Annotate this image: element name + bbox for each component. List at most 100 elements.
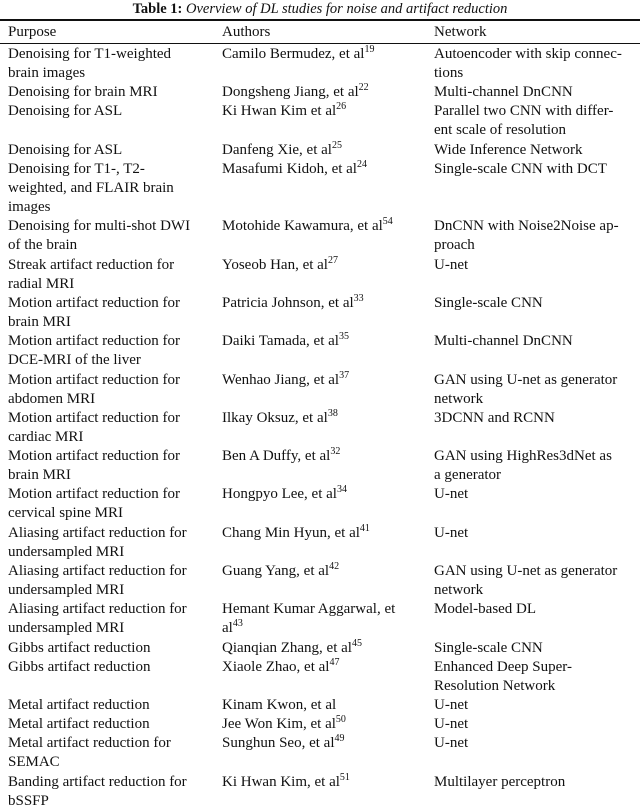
purpose-cell-line: brain MRI: [8, 467, 71, 484]
reference-number: 49: [334, 733, 345, 745]
network-cell-line: U-net: [434, 697, 469, 714]
authors-cell: Sunghun Seo, et al49: [222, 734, 422, 753]
author-name-cont: al43: [222, 618, 243, 637]
purpose-cell: Denoising for T1-, T2- weighted, and FLAI…: [8, 160, 208, 217]
purpose-cell-line: bSSFP: [8, 792, 49, 809]
reference-number: 24: [356, 158, 367, 170]
network-cell-line: proach: [434, 237, 475, 254]
authors-cell: Hemant Kumar Aggarwal, et al43: [222, 600, 422, 638]
network-cell: Multi-channel DnCNN: [434, 332, 634, 351]
author-name: Sunghun Seo, et al49: [222, 733, 345, 752]
network-cell-line: U-net: [434, 735, 469, 752]
authors-cell: Patricia Johnson, et al33: [222, 292, 422, 313]
purpose-cell-line: Gibbs artifact reduction: [8, 639, 151, 656]
network-cell-line: Single-scale CNN: [434, 294, 543, 311]
network-cell-line: Multi-channel DnCNN: [434, 84, 573, 101]
authors-cell: Camilo Bermudez, et al19: [222, 45, 422, 64]
purpose-cell-line: DCE-MRI of the liver: [8, 352, 141, 369]
network-cell: DnCNN with Noise2Noise ap-proach: [434, 217, 634, 255]
author-name: Danfeng Xie, et al25: [222, 139, 342, 158]
reference-number: 38: [327, 407, 338, 419]
network-cell-line: Parallel two CNN with differ-: [434, 103, 614, 120]
purpose-cell: Denoising for ASL: [8, 102, 208, 121]
network-cell: GAN using U-net as generator network: [434, 562, 634, 600]
purpose-cell: Denoising for brain MRI: [8, 83, 208, 102]
network-cell-line: tions: [434, 65, 464, 81]
network-cell: U-net: [434, 524, 634, 543]
author-name: Hemant Kumar Aggarwal, et: [222, 601, 396, 618]
purpose-cell-line: weighted, and FLAIR brain: [8, 179, 174, 196]
table-header-rule: [0, 43, 640, 44]
network-cell-line: U-net: [434, 256, 469, 273]
network-cell-line: GAN using HighRes3dNet as: [434, 448, 612, 465]
reference-number: 51: [339, 771, 350, 783]
author-name: Yoseob Han, et al27: [222, 254, 338, 273]
purpose-cell-line: undersampled MRI: [8, 543, 125, 560]
authors-cell: Jee Won Kim, et al50: [222, 715, 422, 734]
purpose-cell: Metal artifact reduction: [8, 696, 208, 715]
reference-number: 32: [330, 446, 341, 458]
header-network: Network: [434, 24, 487, 40]
authors-cell: Daiki Tamada, et al35: [222, 332, 422, 351]
purpose-cell-line: abdomen MRI: [8, 390, 96, 407]
purpose-cell-line: Metal artifact reduction: [8, 697, 150, 714]
purpose-cell: Streak artifact reduction for radial MRI: [8, 256, 208, 294]
purpose-cell-line: Aliasing artifact reduction for: [8, 563, 187, 580]
purpose-cell: Aliasing artifact reduction for undersamp…: [8, 562, 208, 600]
network-cell: Single-scale CNN: [434, 294, 634, 313]
network-cell: U-net: [434, 734, 634, 753]
purpose-cell-line: Aliasing artifact reduction for: [8, 524, 187, 541]
purpose-cell-line: SEMAC: [8, 754, 60, 771]
network-cell: Wide Inference Network: [434, 141, 634, 160]
authors-cell: Chang Min Hyun, et al41: [222, 522, 422, 543]
purpose-cell: Denoising for multi-shot DWI of the brain: [8, 217, 208, 255]
purpose-cell-line: Metal artifact reduction: [8, 716, 150, 733]
reference-number: 41: [359, 522, 370, 534]
purpose-cell-line: brain images: [8, 65, 86, 81]
table-caption: Table 1: Overview of DL studies for nois…: [0, 0, 640, 18]
purpose-cell-line: Motion artifact reduction for: [8, 371, 181, 388]
reference-number: 33: [353, 292, 364, 304]
purpose-cell-line: Denoising for multi-shot DWI: [8, 218, 191, 235]
header-authors: Authors: [222, 24, 271, 40]
network-cell-line: Resolution Network: [434, 677, 556, 694]
author-name: Guang Yang, et al42: [222, 561, 340, 580]
purpose-cell-line: Motion artifact reduction for: [8, 448, 181, 465]
author-name: Qianqian Zhang, et al45: [222, 637, 362, 656]
network-cell-line: network: [434, 582, 484, 599]
purpose-cell-line: Motion artifact reduction for: [8, 409, 181, 426]
purpose-cell-line: Denoising for ASL: [8, 141, 123, 158]
purpose-cell: Aliasing artifact reduction for undersamp…: [8, 524, 208, 562]
purpose-cell-line: Denoising for brain MRI: [8, 84, 158, 101]
network-cell-line: a generator: [434, 467, 502, 484]
authors-cell: Yoseob Han, et al27: [222, 254, 422, 275]
purpose-cell-line: Motion artifact reduction for: [8, 333, 181, 350]
purpose-cell-line: radial MRI: [8, 275, 75, 292]
network-cell: Multi-channel DnCNN: [434, 83, 634, 102]
network-cell-line: Multilayer perceptron: [434, 773, 566, 790]
purpose-cell: Denoising for ASL: [8, 141, 208, 160]
authors-cell: Ilkay Oksuz, et al38: [222, 407, 422, 428]
purpose-cell-line: Streak artifact reduction for: [8, 256, 175, 273]
reference-number: 54: [382, 216, 393, 228]
network-cell-line: Single-scale CNN: [434, 639, 543, 656]
caption-label: Table 1:: [132, 1, 183, 17]
network-cell: Single-scale CNN: [434, 639, 634, 658]
network-cell-line: GAN using U-net as generator: [434, 563, 618, 580]
purpose-cell: Denoising for T1-weighted brain images: [8, 45, 208, 83]
author-name: Camilo Bermudez, et al19: [222, 44, 375, 63]
purpose-cell-line: Aliasing artifact reduction for: [8, 601, 187, 618]
author-name: Patricia Johnson, et al33: [222, 292, 364, 311]
purpose-cell-line: Denoising for T1-weighted: [8, 46, 172, 62]
network-cell: Parallel two CNN with differ-ent scale o…: [434, 102, 634, 140]
network-cell-line: ent scale of resolution: [434, 122, 567, 139]
purpose-cell-line: cervical spine MRI: [8, 505, 123, 522]
authors-cell: Wenhao Jiang, et al37: [222, 370, 422, 390]
author-name: Ki Hwan Kim, et al51: [222, 771, 350, 790]
network-cell: U-net: [434, 715, 634, 734]
purpose-cell-line: Gibbs artifact reduction: [8, 658, 151, 675]
reference-number: 45: [351, 637, 362, 649]
purpose-cell: Metal artifact reduction for SEMAC: [8, 734, 208, 772]
reference-number: 47: [329, 656, 340, 668]
authors-cell: Danfeng Xie, et al25: [222, 139, 422, 160]
